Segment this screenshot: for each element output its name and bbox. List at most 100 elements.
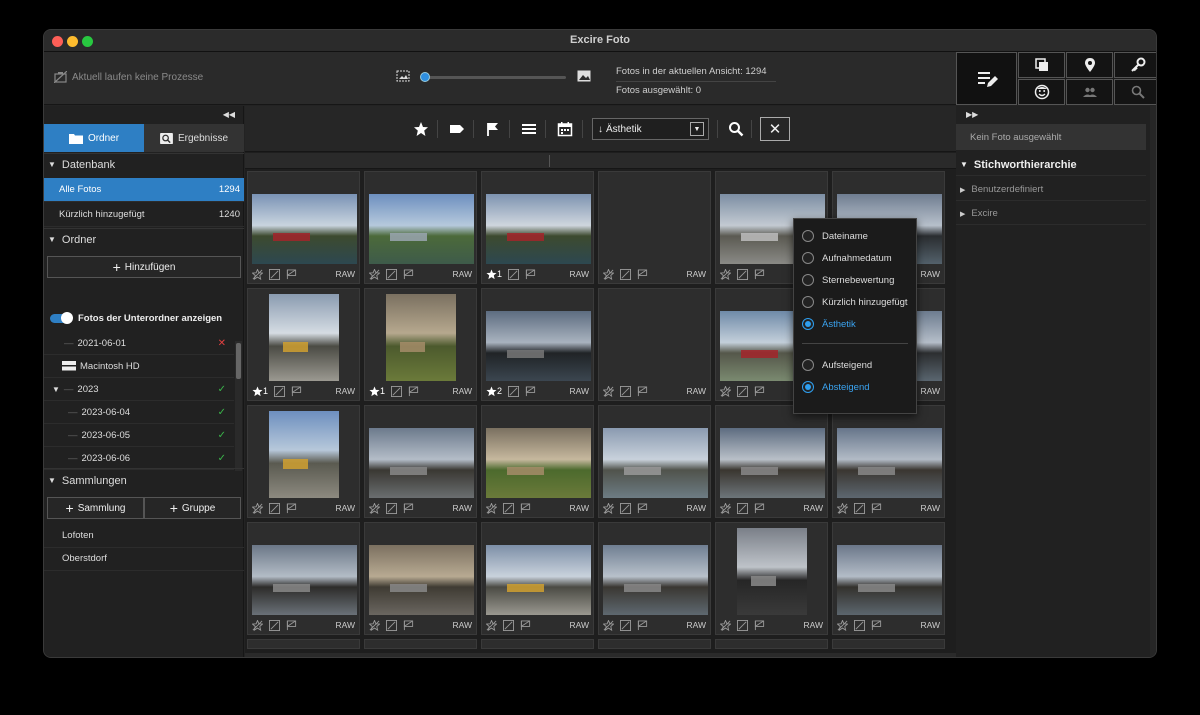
tab-folders[interactable]: Ordner — [44, 124, 144, 152]
photo-thumbnail-cell[interactable]: RAW — [832, 522, 945, 635]
tree-item-2023-06-04[interactable]: —2023-06-04 ✓ — [44, 401, 234, 424]
show-subfolders-toggle-row[interactable]: Fotos der Unterordner anzeigen — [50, 312, 222, 324]
label-box-icon[interactable] — [508, 268, 520, 280]
photo-thumbnail-cell[interactable]: RAW — [598, 405, 711, 518]
photo-thumbnail-cell[interactable]: RAW — [598, 522, 711, 635]
metadata-filter-icon[interactable] — [521, 121, 537, 137]
label-box-icon[interactable] — [386, 502, 397, 514]
photo-thumbnail[interactable] — [603, 428, 708, 498]
search-icon[interactable] — [728, 121, 744, 137]
chevron-down-icon[interactable]: ▼ — [690, 122, 704, 136]
flag-icon[interactable] — [637, 385, 648, 397]
add-folder-button[interactable]: + Hinzufügen — [47, 256, 241, 278]
calendar-filter-icon[interactable] — [557, 121, 573, 137]
radio-button[interactable] — [802, 274, 814, 286]
radio-button[interactable] — [802, 230, 814, 242]
photo-thumbnail[interactable] — [837, 428, 942, 498]
rate-star-icon[interactable] — [369, 268, 380, 280]
photo-thumbnail-cell[interactable]: 1 RAW — [247, 288, 360, 401]
label-box-icon[interactable] — [620, 268, 631, 280]
add-group-button[interactable]: + Gruppe — [144, 497, 241, 519]
right-panel-scrollbar[interactable] — [1150, 106, 1156, 657]
label-filter-icon[interactable] — [449, 121, 465, 137]
photo-thumbnail-cell[interactable]: RAW — [481, 405, 594, 518]
photo-thumbnail-cell[interactable]: 1 RAW — [364, 288, 477, 401]
keyword-item-excire[interactable]: ▶ Excire — [956, 203, 1146, 225]
photo-thumbnail-cell[interactable]: RAW — [247, 171, 360, 284]
rating-badge[interactable]: 1 — [252, 385, 268, 397]
photo-thumbnail[interactable] — [737, 528, 807, 615]
label-box-icon[interactable] — [620, 619, 631, 631]
label-box-icon[interactable] — [269, 619, 280, 631]
add-collection-button[interactable]: + Sammlung — [47, 497, 144, 519]
tab-results[interactable]: Ergebnisse — [144, 124, 244, 152]
photo-thumbnail[interactable] — [603, 545, 708, 615]
thumbnail-size-slider[interactable] — [420, 72, 566, 82]
photo-thumbnail-cell[interactable]: RAW — [598, 288, 711, 401]
flag-icon[interactable] — [525, 385, 536, 397]
label-box-icon[interactable] — [269, 502, 280, 514]
label-box-icon[interactable] — [269, 268, 280, 280]
photo-thumbnail-cell[interactable]: RAW — [247, 405, 360, 518]
label-box-icon[interactable] — [737, 385, 748, 397]
photo-thumbnail[interactable] — [369, 428, 474, 498]
photo-thumbnail[interactable] — [486, 311, 591, 381]
photo-thumbnail-cell[interactable] — [715, 639, 828, 649]
rating-badge[interactable]: 1 — [486, 268, 502, 280]
flag-icon[interactable] — [520, 502, 531, 514]
label-box-icon[interactable] — [854, 619, 865, 631]
radio-button-selected[interactable] — [802, 381, 814, 393]
flag-icon[interactable] — [871, 502, 882, 514]
label-box-icon[interactable] — [386, 619, 397, 631]
rate-star-icon[interactable] — [369, 619, 380, 631]
label-box-icon[interactable] — [508, 385, 520, 397]
star-filter-icon[interactable] — [413, 121, 429, 137]
keywords-button[interactable] — [1114, 52, 1156, 78]
photo-thumbnail-cell[interactable]: RAW — [715, 522, 828, 635]
photo-thumbnail[interactable] — [369, 194, 474, 264]
flag-icon[interactable] — [403, 619, 414, 631]
photo-thumbnail[interactable] — [837, 545, 942, 615]
grid-horizontal-scrollbar[interactable] — [245, 653, 956, 657]
slider-knob[interactable] — [420, 72, 430, 82]
photo-thumbnail[interactable] — [486, 545, 591, 615]
database-section-header[interactable]: ▼ Datenbank — [44, 153, 244, 175]
photo-thumbnail[interactable] — [486, 428, 591, 498]
duplicates-button[interactable] — [1018, 52, 1065, 78]
flag-icon[interactable] — [754, 385, 765, 397]
thumbnail-small-icon[interactable] — [396, 70, 410, 82]
clear-filter-button[interactable]: ✕ — [760, 117, 790, 141]
keyword-hierarchy-header[interactable]: ▼ Stichworthierarchie — [956, 154, 1146, 176]
photo-thumbnail-cell[interactable] — [832, 639, 945, 649]
photo-thumbnail-cell[interactable]: RAW — [715, 405, 828, 518]
flag-icon[interactable] — [637, 268, 648, 280]
label-box-icon[interactable] — [274, 385, 286, 397]
label-box-icon[interactable] — [620, 502, 631, 514]
keyword-item-custom[interactable]: ▶ Benutzerdefiniert — [956, 179, 1146, 201]
tree-item-2023-06-05[interactable]: —2023-06-05 ✓ — [44, 424, 234, 447]
rate-star-icon[interactable] — [486, 502, 497, 514]
flag-icon[interactable] — [871, 619, 882, 631]
faces-button[interactable] — [1018, 79, 1065, 105]
rate-star-icon[interactable] — [837, 619, 848, 631]
photo-thumbnail[interactable] — [252, 545, 357, 615]
photo-thumbnail-cell[interactable] — [598, 639, 711, 649]
rate-star-icon[interactable] — [486, 619, 497, 631]
flag-filter-icon[interactable] — [485, 121, 501, 137]
photo-thumbnail[interactable] — [386, 294, 456, 381]
flag-icon[interactable] — [286, 502, 297, 514]
order-option-descending[interactable]: Absteigend — [802, 378, 870, 396]
label-box-icon[interactable] — [503, 619, 514, 631]
photo-thumbnail-cell[interactable]: RAW — [364, 522, 477, 635]
flag-icon[interactable] — [403, 268, 414, 280]
flag-icon[interactable] — [286, 619, 297, 631]
search-panel-button[interactable] — [1114, 79, 1156, 105]
people-button[interactable] — [1066, 79, 1113, 105]
photo-thumbnail-cell[interactable] — [364, 639, 477, 649]
photo-thumbnail-cell[interactable]: 1 RAW — [481, 171, 594, 284]
rating-badge[interactable]: 1 — [369, 385, 385, 397]
scrollbar-thumb[interactable] — [236, 343, 241, 379]
label-box-icon[interactable] — [737, 268, 748, 280]
flag-icon[interactable] — [286, 268, 297, 280]
flag-icon[interactable] — [637, 619, 648, 631]
